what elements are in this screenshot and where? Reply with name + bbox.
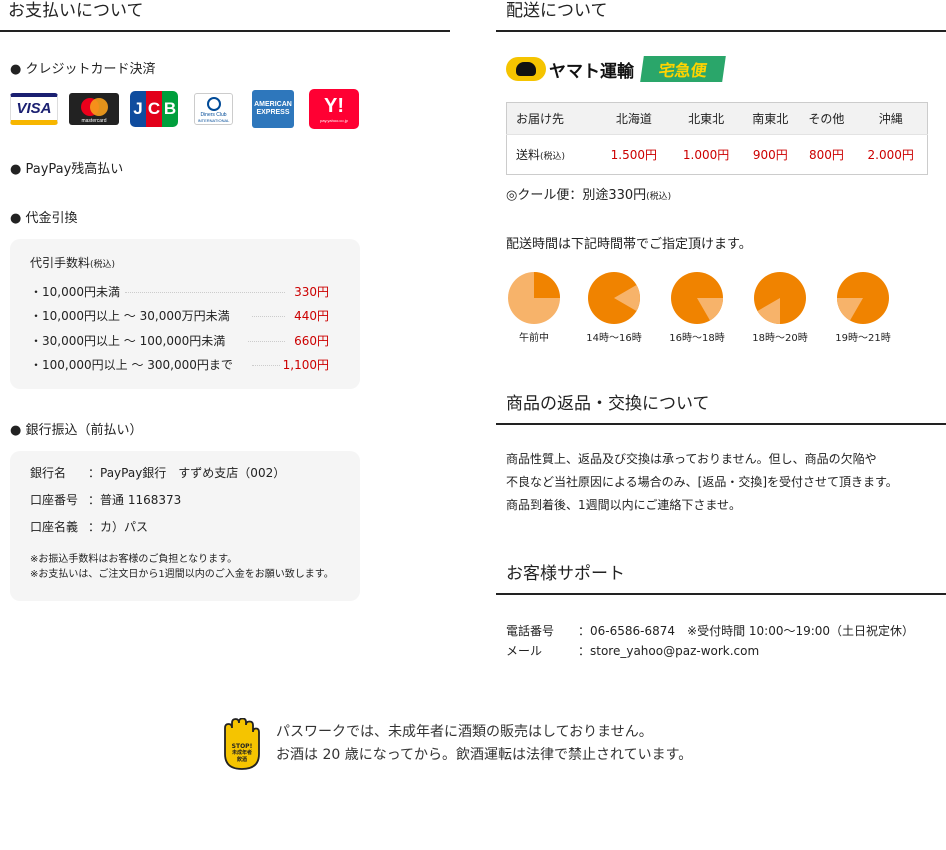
- credit-card-heading: ● クレジットカード決済: [10, 62, 156, 77]
- yamato-logo: ヤマト運輸 宅急便: [506, 56, 726, 82]
- cod-fee-row: ・30,000円以上 ～ 100,000円未満 660円: [30, 334, 329, 348]
- bank-info-box: 銀行名 ：PayPay銀行 すずめ支店（002） 口座番号 ：普通 1168373 …: [10, 451, 360, 601]
- notice-text: パスワークでは、未成年者に酒類の販売はしておりません。 お酒は 20 歳になって…: [276, 724, 693, 763]
- cod-fee-row: ・10,000円未満 330円: [30, 285, 329, 299]
- returns-text: 商品性質上、返品及び交換は承っておりません。但し、商品の欠陥や 不良など当社原因…: [506, 452, 898, 512]
- time-slot-18-20: 18時～20時: [740, 271, 820, 344]
- shipping-section: 配送について ヤマト運輸 宅急便 お届け先 北海道 北東北 南東北 その他 沖縄…: [496, 0, 946, 658]
- jcb-logo: J C B: [129, 91, 179, 127]
- mastercard-logo: mastercard: [69, 93, 119, 125]
- amex-logo: AMERICAN EXPRESS: [252, 90, 294, 128]
- payment-section: お支払いについて ● クレジットカード決済 VISA mastercard J …: [0, 0, 450, 601]
- bank-heading: ● 銀行振込（前払い）: [10, 423, 143, 438]
- support-email-link[interactable]: ：store_yahoo@paz-work.com: [578, 644, 759, 658]
- visa-logo: VISA: [10, 93, 58, 125]
- clock-icon: [671, 272, 723, 324]
- delivery-time-slots: 午前中 14時～16時 16時～18時 18時～20時 19時～21時: [506, 271, 916, 351]
- account-holder-row: 口座名義 ：カ）パス: [30, 520, 149, 534]
- cod-fee-title: 代引手数料(税込): [30, 256, 116, 270]
- cod-fee-row: ・100,000円以上 ～ 300,000円まで 1,100円: [30, 358, 329, 372]
- cod-fee-row: ・10,000円以上 ～ 30,000万円未満 440円: [30, 309, 329, 323]
- time-slot-14-16: 14時～16時: [574, 271, 654, 344]
- clock-icon: [754, 272, 806, 324]
- delivery-time-note: 配送時間は下記時間帯でご指定頂けます。: [506, 237, 752, 252]
- account-number-row: 口座番号 ：普通 1168373: [30, 493, 182, 507]
- takkyubin-logo: 宅急便: [640, 56, 726, 82]
- support-title: お客様サポート: [496, 563, 946, 595]
- cool-delivery-note: ◎クール便：別途330円(税込): [506, 188, 672, 203]
- time-slot-19-21: 19時～21時: [823, 271, 903, 344]
- time-slot-16-18: 16時～18時: [657, 271, 737, 344]
- black-cat-icon: [506, 57, 546, 81]
- clock-icon: [508, 272, 560, 324]
- payment-title: お支払いについて: [0, 0, 450, 32]
- support-phone-row: 電話番号 ：06-6586-6874 ※受付時間 10:00～19:00（土日祝定…: [506, 624, 915, 638]
- support-mail-row: メール ：store_yahoo@paz-work.com: [506, 644, 760, 658]
- time-slot-morning: 午前中: [494, 271, 574, 344]
- underage-drinking-notice: STOP! 未成年者 飲酒 パスワークでは、未成年者に酒類の販売はしておりません…: [222, 717, 692, 771]
- shipping-title: 配送について: [496, 0, 946, 32]
- paypay-heading: ● PayPay残高払い: [10, 162, 124, 177]
- table-row: 送料(税込) 1.500円 1.000円 900円 800円 2.000円: [506, 134, 928, 175]
- diners-logo: Diners Club INTERNATIONAL: [194, 93, 233, 125]
- clock-icon: [588, 272, 640, 324]
- cod-heading: ● 代金引換: [10, 211, 78, 226]
- stop-hand-icon: STOP! 未成年者 飲酒: [222, 717, 260, 770]
- yahoo-pay-logo: Y! pay.yahoo.co.jp: [309, 89, 359, 129]
- shipping-fee-table: お届け先 北海道 北東北 南東北 その他 沖縄 送料(税込) 1.500円 1.…: [506, 102, 928, 175]
- returns-title: 商品の返品・交換について: [496, 393, 946, 425]
- table-header-row: お届け先 北海道 北東北 南東北 その他 沖縄: [506, 102, 928, 135]
- bank-note: ※お振込手数料はお客様のご負担となります。 ※お支払いは、ご注文日から1週間以内…: [30, 554, 334, 580]
- bank-name-row: 銀行名 ：PayPay銀行 すずめ支店（002）: [30, 466, 286, 480]
- clock-icon: [837, 272, 889, 324]
- cod-fee-box: 代引手数料(税込) ・10,000円未満 330円 ・10,000円以上 ～ 30…: [10, 239, 360, 389]
